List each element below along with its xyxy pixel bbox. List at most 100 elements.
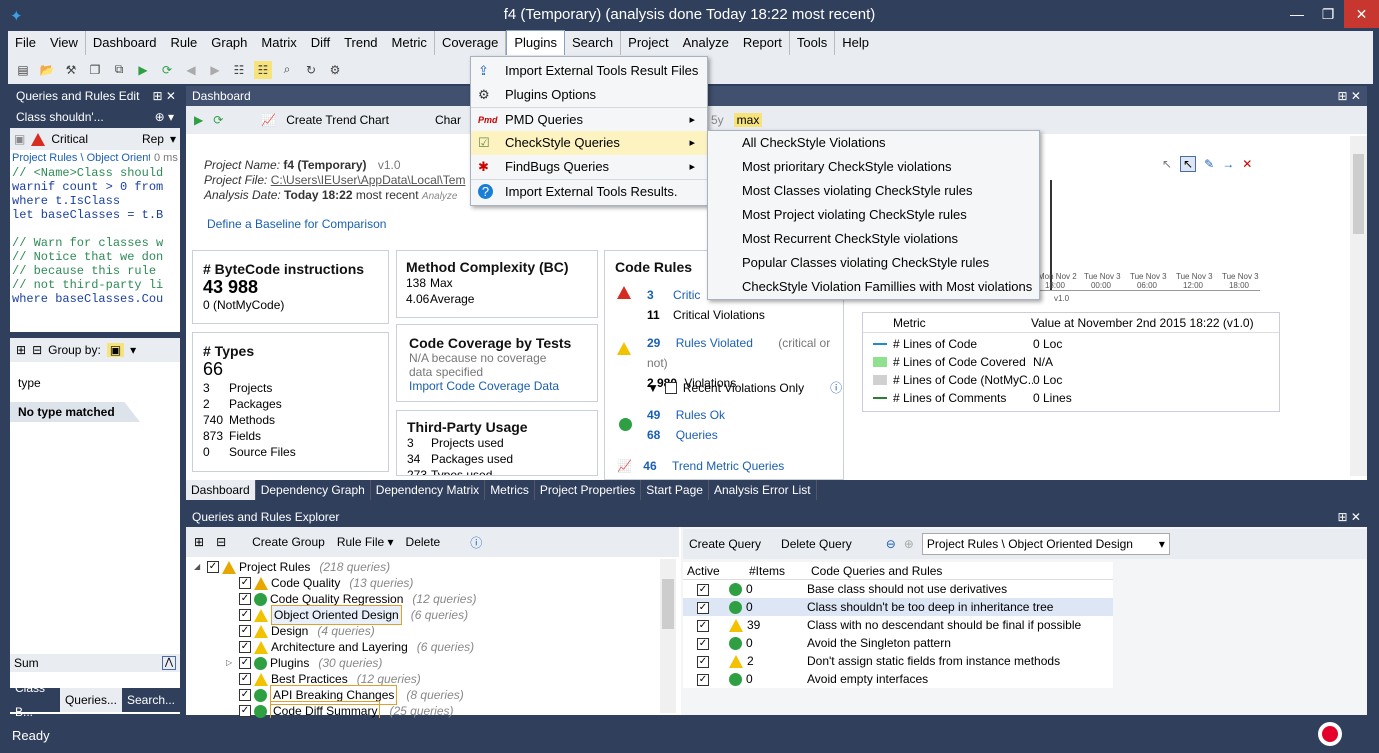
arrow-icon[interactable]: →: [1222, 157, 1234, 171]
expand-arrow-icon[interactable]: ▷: [226, 654, 236, 672]
menu-rule[interactable]: Rule: [164, 31, 205, 55]
tree-item[interactable]: ◢ ✓ Project Rules (218 queries): [192, 559, 662, 575]
active-checkbox[interactable]: ✓: [697, 619, 709, 632]
tree-item[interactable]: ✓ Design (4 queries): [192, 623, 662, 639]
record-button[interactable]: [1318, 722, 1342, 746]
expand-sum-icon[interactable]: ⋀: [162, 656, 176, 670]
dashboard-tab-5[interactable]: Start Page: [641, 480, 709, 500]
dashboard-scrollbar[interactable]: [1350, 136, 1367, 476]
menu-tools[interactable]: Tools: [790, 31, 836, 55]
back-icon[interactable]: ⊖: [886, 537, 896, 551]
plugins-item-2[interactable]: Pmd PMD Queries ▸: [471, 107, 707, 131]
compare-icon[interactable]: ⧉: [110, 61, 128, 79]
menu-help[interactable]: Help: [835, 31, 876, 55]
pin-icon[interactable]: ⊞ ✕: [153, 86, 180, 106]
expand-all-icon[interactable]: ⊞: [194, 535, 204, 549]
left-tab-1[interactable]: Queries...: [59, 688, 122, 712]
dashboard-tab-0[interactable]: Dashboard: [186, 480, 256, 500]
forward-icon[interactable]: ▶: [206, 61, 224, 79]
checkstyle-item-0[interactable]: All CheckStyle Violations: [708, 131, 1039, 155]
range-5y[interactable]: 5y: [711, 113, 724, 127]
maximize-button[interactable]: ❐: [1313, 0, 1343, 28]
plugins-item-4[interactable]: ✱ FindBugs Queries ▸: [471, 155, 707, 179]
tree-checkbox[interactable]: ✓: [239, 625, 251, 637]
rules-violated-link[interactable]: Rules Violated: [676, 336, 753, 350]
range-max[interactable]: max: [733, 113, 763, 127]
menu-diff[interactable]: Diff: [304, 31, 337, 55]
active-checkbox[interactable]: ✓: [697, 583, 709, 596]
type-search-input[interactable]: type: [18, 376, 41, 390]
query-row[interactable]: ✓ 0 Class shouldn't be too deep in inherit…: [683, 598, 1113, 616]
menu-metric[interactable]: Metric: [385, 31, 435, 55]
tree-checkbox[interactable]: ✓: [239, 657, 251, 669]
query-row[interactable]: ✓ 0 Avoid the Singleton pattern: [683, 634, 1113, 652]
critical-rules-link[interactable]: Critic: [673, 288, 700, 302]
menu-dashboard[interactable]: Dashboard: [86, 31, 164, 55]
tree-item[interactable]: ✓ Code Quality Regression (12 queries): [192, 591, 662, 607]
recent-only-checkbox[interactable]: [664, 381, 677, 394]
menu-search[interactable]: Search: [565, 31, 622, 55]
collapse-icon[interactable]: ⊟: [32, 343, 42, 357]
metric-row[interactable]: # Lines of Code 0 Loc: [863, 335, 1279, 353]
attach-icon[interactable]: ⚒: [62, 61, 80, 79]
menu-project[interactable]: Project: [621, 31, 675, 55]
critical-toggle[interactable]: Critical: [51, 132, 88, 146]
close-chart-icon[interactable]: ✕: [1242, 157, 1252, 171]
tree-checkbox[interactable]: ✓: [239, 641, 251, 653]
import-coverage-link[interactable]: Import Code Coverage Data: [409, 379, 585, 393]
highlight-icon[interactable]: ☷: [254, 60, 272, 79]
query-row[interactable]: ✓ 2 Don't assign static fields from instan…: [683, 652, 1113, 670]
trend-metric-link[interactable]: Trend Metric Queries: [672, 459, 784, 473]
new-project-icon[interactable]: ▤: [14, 61, 32, 79]
metric-row[interactable]: # Lines of Comments 0 Lines: [863, 389, 1279, 407]
checkstyle-item-3[interactable]: Most Project violating CheckStyle rules: [708, 203, 1039, 227]
plugins-item-5[interactable]: ? Import External Tools Results.: [471, 179, 707, 203]
project-file-link[interactable]: C:\Users\IEUser\AppData\Local\Tem: [271, 173, 466, 187]
tree-checkbox[interactable]: ✓: [239, 705, 251, 717]
checkstyle-item-6[interactable]: CheckStyle Violation Famillies with Most…: [708, 275, 1039, 299]
search-icon[interactable]: ⌕: [278, 61, 296, 79]
run-icon[interactable]: ▶: [194, 113, 203, 127]
active-checkbox[interactable]: ✓: [697, 601, 709, 614]
refresh-icon[interactable]: ⟳: [213, 113, 223, 127]
delete-button[interactable]: Delete: [406, 535, 441, 549]
forward-icon[interactable]: ⊕: [904, 537, 914, 551]
menu-analyze[interactable]: Analyze: [676, 31, 736, 55]
menu-report[interactable]: Report: [736, 31, 790, 55]
rep-dropdown[interactable]: Rep: [142, 132, 164, 146]
tree-item[interactable]: ✓ Best Practices (12 queries): [192, 671, 662, 687]
pin-icon[interactable]: ⊞ ✕: [1338, 507, 1367, 527]
metric-row[interactable]: # Lines of Code Covered N/A: [863, 353, 1279, 371]
tree-checkbox[interactable]: ✓: [239, 689, 251, 701]
menu-view[interactable]: View: [43, 31, 86, 55]
cursor-icon[interactable]: ↖: [1162, 157, 1172, 171]
tree-checkbox[interactable]: ✓: [239, 593, 251, 605]
tree-item[interactable]: ✓ Architecture and Layering (6 queries): [192, 639, 662, 655]
menu-matrix[interactable]: Matrix: [254, 31, 303, 55]
dashboard-tab-2[interactable]: Dependency Matrix: [371, 480, 486, 500]
query-code-editor[interactable]: // <Name>Class should warnif count > 0 fr…: [10, 166, 172, 306]
query-row[interactable]: ✓ 39 Class with no descendant should be fi…: [683, 616, 1113, 634]
rules-ok-link[interactable]: Rules Ok: [676, 408, 725, 422]
back-icon[interactable]: ◀: [182, 61, 200, 79]
minimize-button[interactable]: —: [1282, 0, 1312, 28]
rule-file-dropdown[interactable]: Rule File ▾: [337, 535, 394, 549]
expand-icon[interactable]: ⊞: [16, 343, 26, 357]
analyze-link[interactable]: Analyze: [422, 191, 458, 202]
metric-row[interactable]: # Lines of Code (NotMyC... 0 Loc: [863, 371, 1279, 389]
checkstyle-item-5[interactable]: Popular Classes violating CheckStyle rul…: [708, 251, 1039, 275]
copy-icon[interactable]: ❐: [86, 61, 104, 79]
active-checkbox[interactable]: ✓: [697, 637, 709, 650]
tree-item[interactable]: ✓ Object Oriented Design (6 queries): [192, 605, 662, 625]
column-header[interactable]: #Items: [729, 564, 807, 578]
collapse-all-icon[interactable]: ⊟: [216, 535, 226, 549]
menu-plugins[interactable]: Plugins: [506, 30, 565, 56]
plugins-item-3[interactable]: ☑ CheckStyle Queries ▸: [471, 131, 707, 155]
group-path-select[interactable]: Project Rules \ Object Oriented Design ▾: [921, 533, 1170, 555]
left-tab-0[interactable]: Class B...: [10, 676, 60, 724]
gear-icon[interactable]: ⚙: [326, 61, 344, 79]
tree-item[interactable]: ✓ Code Diff Summary (25 queries): [192, 701, 662, 721]
queries-link[interactable]: Queries: [676, 428, 718, 442]
query-row[interactable]: ✓ 0 Avoid empty interfaces: [683, 670, 1113, 688]
tree-item[interactable]: ✓ Code Quality (13 queries): [192, 575, 662, 591]
